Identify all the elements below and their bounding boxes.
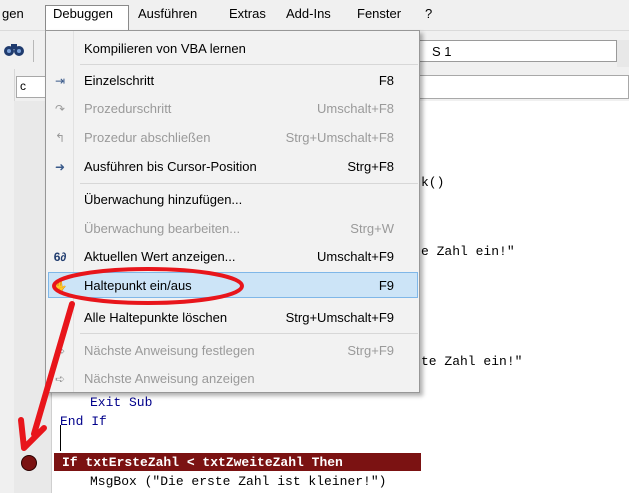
menu-item-haltepunkt-ein-aus[interactable]: ✋ Haltepunkt ein/aus F9 <box>46 272 419 300</box>
text-cursor <box>60 425 61 451</box>
toolbar-overflow[interactable] <box>617 40 629 67</box>
code-fragment: e Zahl ein!" <box>421 244 515 259</box>
menu-item-label: Nächste Anweisung anzeigen <box>84 371 255 386</box>
binoculars-icon[interactable] <box>2 40 26 58</box>
hand-icon: ✋ <box>52 279 68 293</box>
menu-item-label: Alle Haltepunkte löschen <box>84 310 228 325</box>
menu-item-label: Kompilieren von VBA lernen <box>84 41 246 56</box>
run-to-cursor-icon: ➜ <box>54 160 66 174</box>
code-line-end-if: End If <box>60 414 107 429</box>
menu-item-label: Überwachung hinzufügen... <box>84 192 243 207</box>
menu-item-label: Nächste Anweisung festlegen <box>84 343 255 358</box>
menu-item-label: Prozedurschritt <box>84 101 172 116</box>
menu-help[interactable]: ? <box>425 6 432 21</box>
menu-item-shortcut: F8 <box>378 73 394 88</box>
code-line-exit-sub: Exit Sub <box>90 395 153 410</box>
code-line-msgbox: MsgBox ("Die erste Zahl ist kleiner!") <box>90 474 387 489</box>
menu-item-prozedur-abschliessen[interactable]: ↰ Prozedur abschließen Strg+Umschalt+F8 <box>46 124 419 152</box>
menu-item-aktuellen-wert[interactable]: 6∂ Aktuellen Wert anzeigen... Umschalt+F… <box>46 243 419 271</box>
step-out-icon: ↰ <box>54 131 66 145</box>
menu-item-einzelschritt[interactable]: ⇥ Einzelschritt F8 <box>46 67 419 95</box>
step-over-icon: ↷ <box>54 102 66 116</box>
code-line-breakpoint: If txtErsteZahl < txtZweiteZahl Then <box>62 455 343 470</box>
menu-item-naechste-anweisung-anzeigen[interactable]: ➪ Nächste Anweisung anzeigen <box>46 365 419 393</box>
menu-separator <box>80 64 418 65</box>
menu-fenster[interactable]: Fenster <box>357 6 401 21</box>
menu-item-kompilieren[interactable]: Kompilieren von VBA lernen <box>46 35 419 63</box>
menu-item-shortcut: Strg+Umschalt+F9 <box>285 310 394 325</box>
object-combo-value: S 1 <box>432 44 452 59</box>
menu-item-label: Einzelschritt <box>84 73 155 88</box>
menu-item-ueberwachung-bearbeiten[interactable]: Überwachung bearbeiten... Strg+W <box>46 215 419 243</box>
menu-separator <box>80 333 418 334</box>
quick-watch-icon: 6∂ <box>53 250 67 264</box>
menu-item-naechste-anweisung-festlegen[interactable]: ⇨ Nächste Anweisung festlegen Strg+F9 <box>46 337 419 365</box>
menu-extras[interactable]: Extras <box>229 6 266 21</box>
breakpoint-dot-icon[interactable] <box>21 455 37 471</box>
menu-item-prozedurschritt[interactable]: ↷ Prozedurschritt Umschalt+F8 <box>46 95 419 123</box>
menu-item-label: Ausführen bis Cursor-Position <box>84 159 257 174</box>
menu-separator <box>80 183 418 184</box>
menu-item-label: Haltepunkt ein/aus <box>84 278 192 293</box>
code-fragment: k() <box>421 175 445 190</box>
menu-item-shortcut: Umschalt+F9 <box>317 249 394 264</box>
menu-ausfuehren[interactable]: Ausführen <box>138 6 197 21</box>
menu-item-label: Prozedur abschließen <box>84 130 211 145</box>
menu-item-shortcut: Strg+F9 <box>347 343 394 358</box>
set-next-icon: ⇨ <box>54 344 66 358</box>
menu-item-label: Aktuellen Wert anzeigen... <box>84 249 236 264</box>
code-fragment: te Zahl ein!" <box>421 354 523 369</box>
toolbar-separator <box>33 40 34 62</box>
menu-item-shortcut: F9 <box>378 278 394 293</box>
procedure-dropdown[interactable] <box>410 75 629 99</box>
show-next-icon: ➪ <box>54 372 66 386</box>
menu-item-ausfuehren-bis-cursor[interactable]: ➜ Ausführen bis Cursor-Position Strg+F8 <box>46 153 419 181</box>
window-left-border <box>0 69 15 493</box>
menu-item-shortcut: Umschalt+F8 <box>317 101 394 116</box>
menu-debuggen[interactable]: Debuggen <box>53 6 113 21</box>
menu-item-shortcut: Strg+W <box>350 221 394 236</box>
menu-item-partial[interactable]: gen <box>2 6 24 21</box>
menu-add-ins[interactable]: Add-Ins <box>286 6 331 21</box>
menu-item-shortcut: Strg+Umschalt+F8 <box>285 130 394 145</box>
step-into-icon: ⇥ <box>54 74 66 88</box>
menu-item-ueberwachung-hinzufuegen[interactable]: Überwachung hinzufügen... <box>46 186 419 214</box>
menu-item-shortcut: Strg+F8 <box>347 159 394 174</box>
menu-item-alle-haltepunkte-loeschen[interactable]: Alle Haltepunkte löschen Strg+Umschalt+F… <box>46 304 419 332</box>
menu-item-label: Überwachung bearbeiten... <box>84 221 241 236</box>
